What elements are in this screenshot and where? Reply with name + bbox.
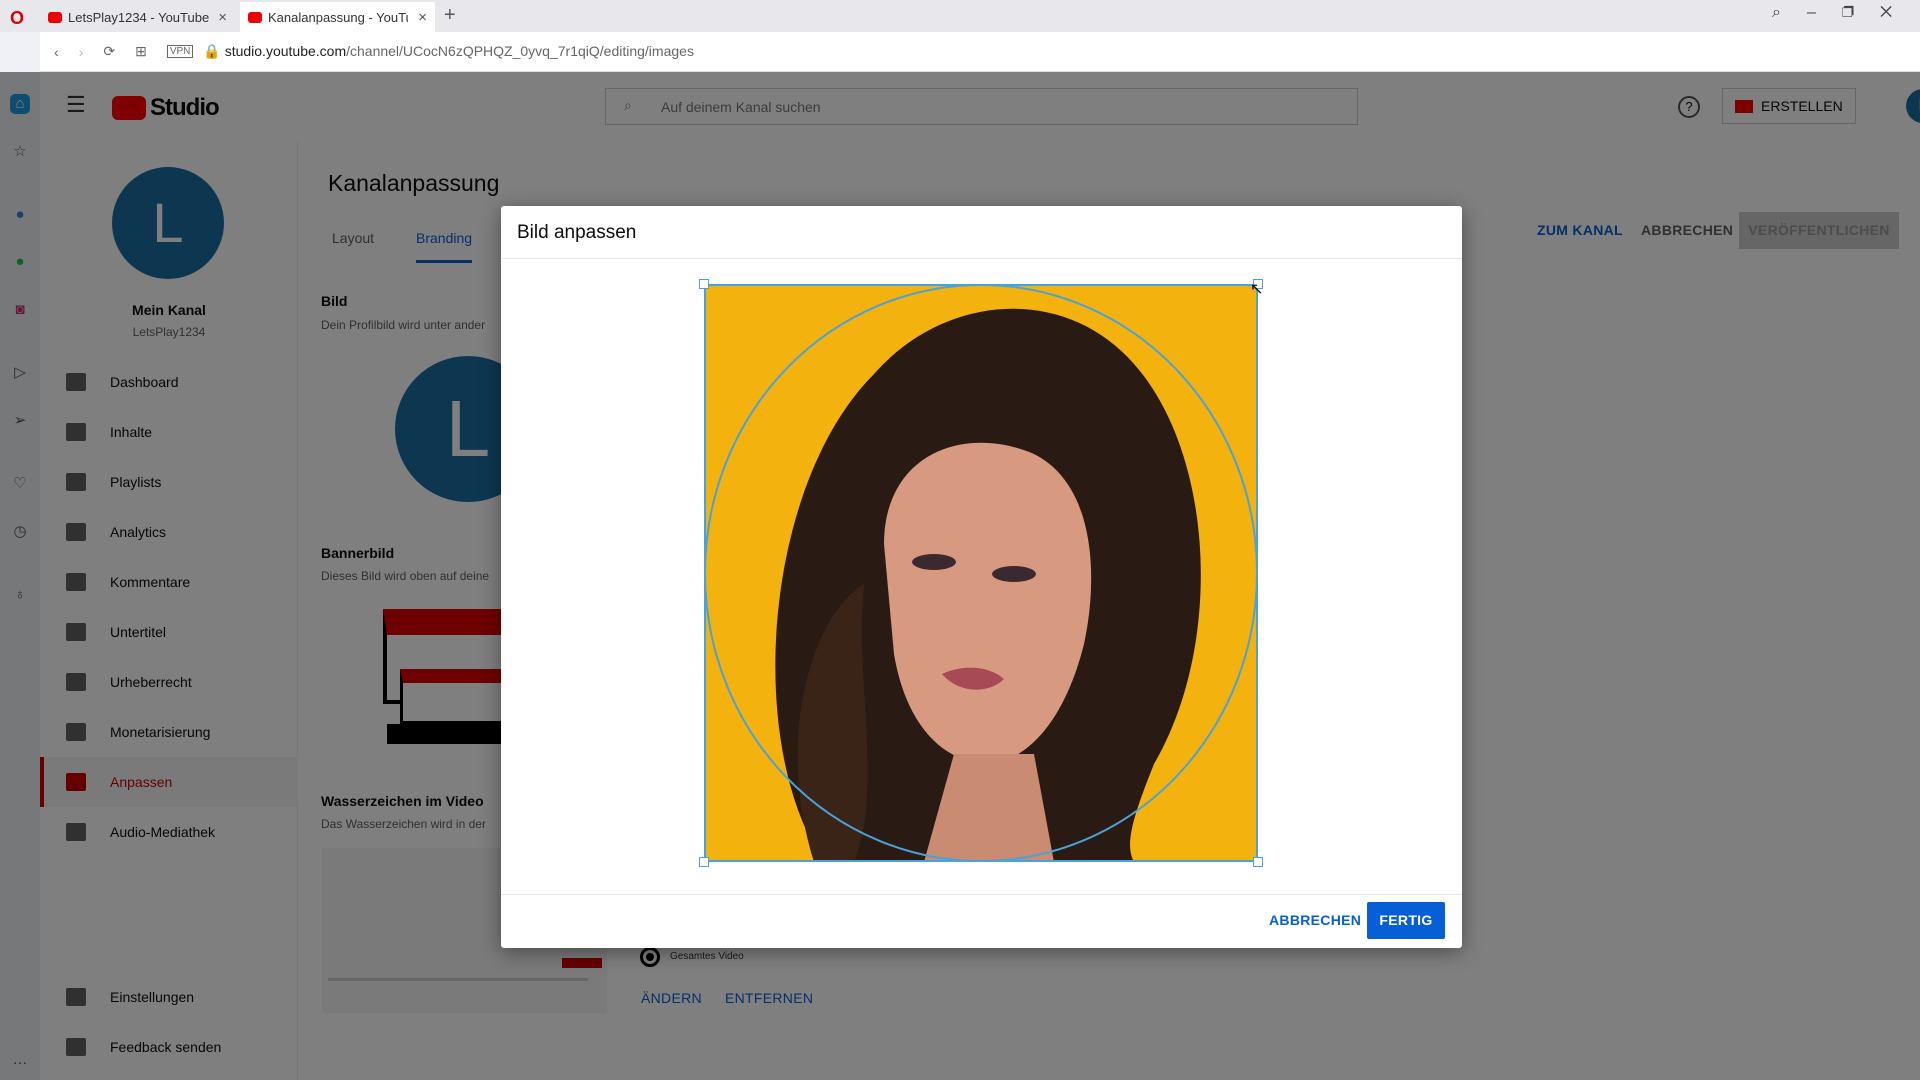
close-icon[interactable]: × <box>218 9 227 26</box>
back-icon[interactable]: ‹ <box>54 44 59 60</box>
new-tab-button[interactable]: + <box>444 4 456 27</box>
divider <box>501 894 1462 895</box>
reload-icon[interactable]: ⟳ <box>103 43 115 60</box>
address-bar: ‹ › ⟳ ⊞ VPN 🔒 studio.youtube.com/channel/UC… <box>40 32 1920 72</box>
crop-handle-bottom-right[interactable] <box>1253 857 1263 867</box>
mouse-cursor: ↖ <box>1250 281 1264 298</box>
dialog-title: Bild anpassen <box>517 222 637 243</box>
done-button[interactable]: FERTIG <box>1367 902 1445 939</box>
youtube-icon <box>48 11 62 23</box>
crop-handle-top-left[interactable] <box>699 279 709 289</box>
crop-handle-bottom-left[interactable] <box>699 857 709 867</box>
tab-bar: O LetsPlay1234 - YouTube × Kanalanpassung… <box>0 0 1920 32</box>
divider <box>501 258 1462 259</box>
crop-image[interactable] <box>704 284 1258 862</box>
window-controls[interactable]: ⌕–❐✕ <box>1772 4 1918 22</box>
tab-kanalanpassung[interactable]: Kanalanpassung - YouTube× <box>240 2 435 32</box>
youtube-icon <box>248 11 262 23</box>
vpn-badge[interactable]: VPN <box>166 45 194 58</box>
opera-logo: O <box>10 8 25 28</box>
crop-circle-guide <box>704 284 1258 862</box>
dialog-cancel-button[interactable]: ABBRECHEN <box>1269 912 1361 928</box>
crop-dialog: Bild anpassen ABBRECHEN FERTIG <box>501 206 1462 948</box>
tabs-grid-icon[interactable]: ⊞ <box>135 43 147 60</box>
forward-icon[interactable]: › <box>79 44 84 60</box>
tab-letsplay[interactable]: LetsPlay1234 - YouTube × <box>40 2 235 32</box>
close-icon[interactable]: × <box>418 9 427 26</box>
url-field[interactable]: 🔒 studio.youtube.com/channel/UCocN6zQPHQ… <box>203 43 694 60</box>
